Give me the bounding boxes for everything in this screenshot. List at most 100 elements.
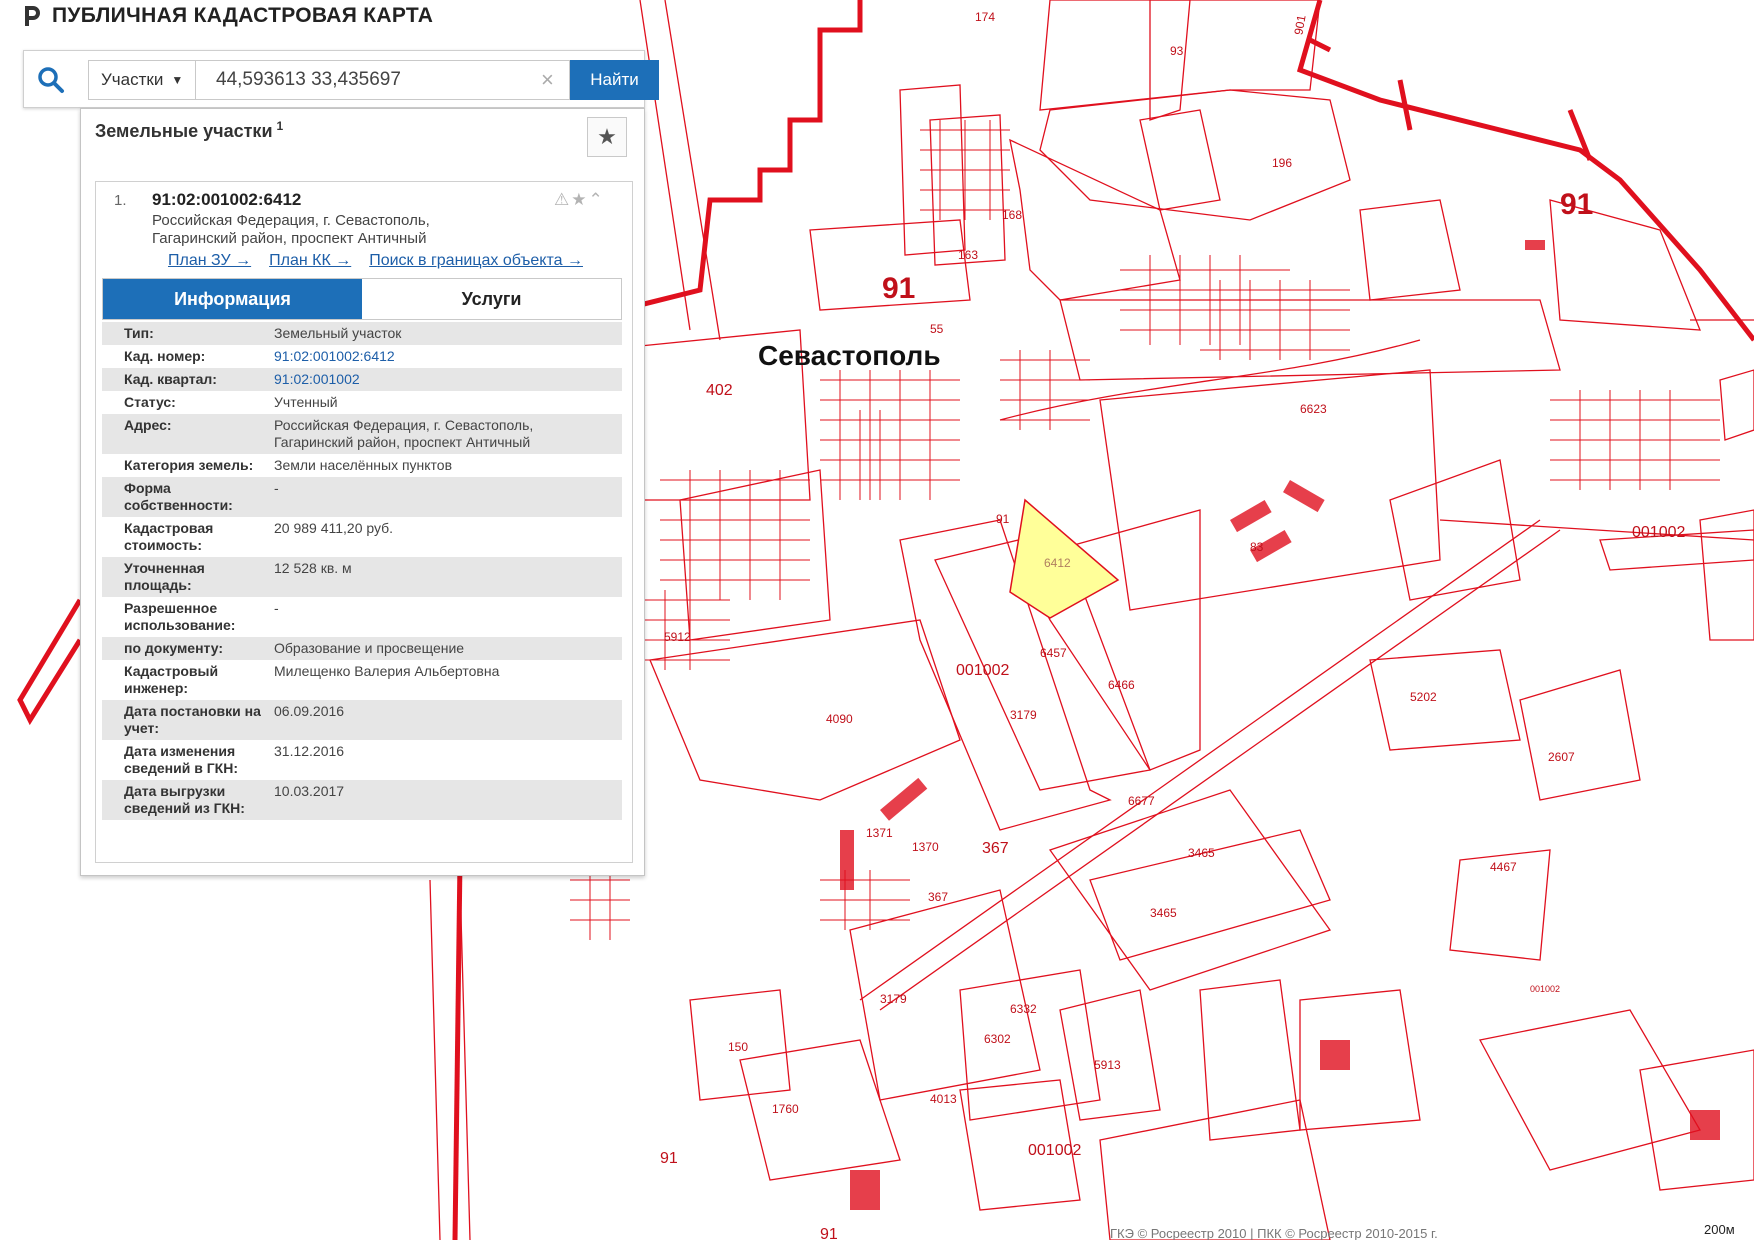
parcel[interactable] [1009, 138, 1181, 301]
result-cadastral-number[interactable]: 91:02:001002:6412 [152, 190, 301, 210]
building [1690, 1110, 1720, 1140]
info-row-value: Земли населённых пунктов [274, 457, 453, 473]
info-row-key: Дата выгрузки сведений из ГКН: [102, 780, 268, 820]
result-address: Российская Федерация, г. Севастополь, Га… [152, 212, 572, 248]
map-label: 6332 [1010, 1002, 1037, 1016]
result-address-line1: Российская Федерация, г. Севастополь, [152, 212, 430, 229]
info-row: Кадастровая стоимость: 20 989 411,20 руб. [102, 517, 622, 557]
favorites-button[interactable]: ★ [587, 117, 627, 157]
info-row-value: 12 528 кв. м [268, 557, 622, 597]
map-label: 1760 [772, 1102, 799, 1116]
map-label: 5202 [1410, 690, 1437, 704]
map-label: 402 [706, 382, 733, 399]
parcel-4013[interactable] [849, 889, 1041, 1101]
map-label: 6466 [1108, 678, 1135, 692]
parcel[interactable] [1039, 89, 1351, 221]
map-label: 4090 [826, 712, 853, 726]
parcel-6623[interactable] [1389, 459, 1521, 601]
card-action-icons[interactable]: ⚠★⌃ [554, 190, 605, 210]
info-row-link[interactable]: 91:02:001002:6412 [268, 345, 622, 368]
building [1320, 1040, 1350, 1070]
map-label: 91 [660, 1150, 678, 1167]
map-label: 1370 [912, 840, 939, 854]
plan-kk-link[interactable]: План КК → [269, 252, 351, 270]
map-label: 55 [930, 322, 944, 336]
info-row-key: Тип: [102, 322, 268, 345]
info-row-key: Кадастровый инженер: [124, 663, 219, 696]
tab-information[interactable]: Информация [103, 279, 362, 319]
info-row: Дата постановки на учет: 06.09.2016 [102, 700, 622, 740]
map-label: 6677 [1128, 794, 1155, 808]
info-row-key: Адрес: [102, 414, 268, 454]
parcel[interactable] [1719, 369, 1754, 441]
info-row: Адрес: Российская Федерация, г. Севастопо… [102, 414, 622, 454]
tab-services[interactable]: Услуги [362, 279, 621, 319]
map-label: 001002 [1530, 984, 1561, 994]
map-label: 163 [958, 248, 979, 262]
quarter-boundary [1296, 0, 1754, 342]
map-label: 150 [728, 1040, 749, 1054]
info-row-value: - [268, 477, 622, 517]
map-label: 168 [1002, 208, 1023, 222]
info-row-value: - [274, 600, 279, 616]
building [850, 1170, 880, 1210]
info-row: Кад. номер: 91:02:001002:6412 [102, 345, 622, 368]
quarter-boundary [17, 598, 83, 726]
star-icon: ★ [597, 124, 617, 149]
results-header: Земельные участки 1 [95, 119, 283, 142]
parcel[interactable] [1099, 369, 1441, 611]
clear-icon[interactable]: × [541, 67, 554, 93]
parcel-2607[interactable] [1519, 669, 1641, 801]
info-table: Тип: Земельный участок Кад. номер: 91:02:00… [102, 322, 622, 820]
info-row-key: Кад. квартал: [102, 368, 268, 391]
building [880, 777, 928, 821]
parcel-5202[interactable] [1369, 649, 1521, 751]
results-panel: Земельные участки 1 ★ 1. 91:02:001002:641… [80, 108, 645, 876]
parcel[interactable] [1359, 199, 1461, 301]
map-label: 3179 [880, 992, 907, 1006]
map-label: 4013 [930, 1092, 957, 1106]
info-row-value: Российская Федерация, г. Севастополь, Га… [268, 414, 622, 454]
search-bar: Участки ▼ × Найти [23, 50, 659, 108]
parcel[interactable] [1199, 979, 1301, 1141]
info-row-value: Учтенный [274, 394, 338, 410]
search-in-bounds-link[interactable]: Поиск в границах объекта → [369, 252, 583, 270]
parcel[interactable] [1149, 0, 1191, 121]
map-label: 367 [982, 840, 1009, 857]
map-label: 174 [975, 10, 996, 24]
parcel-001002[interactable] [959, 969, 1101, 1121]
info-row-link[interactable]: 91:02:001002 [268, 368, 622, 391]
parcel[interactable] [1699, 509, 1754, 641]
info-row-key: Кадастровая стоимость: [124, 520, 214, 553]
parcel[interactable] [1099, 1099, 1331, 1240]
parcel[interactable] [679, 469, 831, 641]
parcel[interactable] [1479, 1009, 1701, 1171]
plan-zu-link[interactable]: План ЗУ → [168, 252, 251, 270]
parcel[interactable] [1139, 109, 1221, 211]
find-button[interactable]: Найти [570, 60, 659, 100]
info-row-key: Уточненная площадь: [102, 557, 268, 597]
info-row: Кадастровый инженер: Милещенко Валерия Ал… [102, 660, 622, 700]
map-label: 93 [1170, 44, 1184, 58]
info-row-key: Форма собственности: [102, 477, 268, 517]
search-input[interactable] [196, 60, 570, 100]
map-label: 5912 [664, 630, 691, 644]
parcel-1760[interactable] [739, 1039, 901, 1181]
map-label: 1371 [866, 826, 893, 840]
building [1282, 480, 1325, 513]
info-row: Разрешенное использование: - [102, 597, 622, 637]
result-card[interactable]: 1. 91:02:001002:6412 Российская Федераци… [95, 181, 633, 863]
parcel[interactable] [1299, 989, 1421, 1131]
parcel-5913[interactable] [1059, 989, 1161, 1121]
road [859, 519, 1561, 1011]
info-row-value: 06.09.2016 [268, 700, 622, 740]
parcel-3465[interactable] [1048, 789, 1332, 991]
info-row: Тип: Земельный участок [102, 322, 622, 345]
parcel-grid [1550, 390, 1720, 490]
info-row-value: Милещенко Валерия Альбертовна [274, 663, 500, 679]
search-icon[interactable] [36, 65, 66, 95]
search-type-dropdown[interactable]: Участки ▼ [88, 60, 196, 100]
info-row-key: Категория земель: [124, 457, 254, 473]
parcel-4090[interactable] [649, 619, 961, 801]
map-label: 4467 [1490, 860, 1517, 874]
